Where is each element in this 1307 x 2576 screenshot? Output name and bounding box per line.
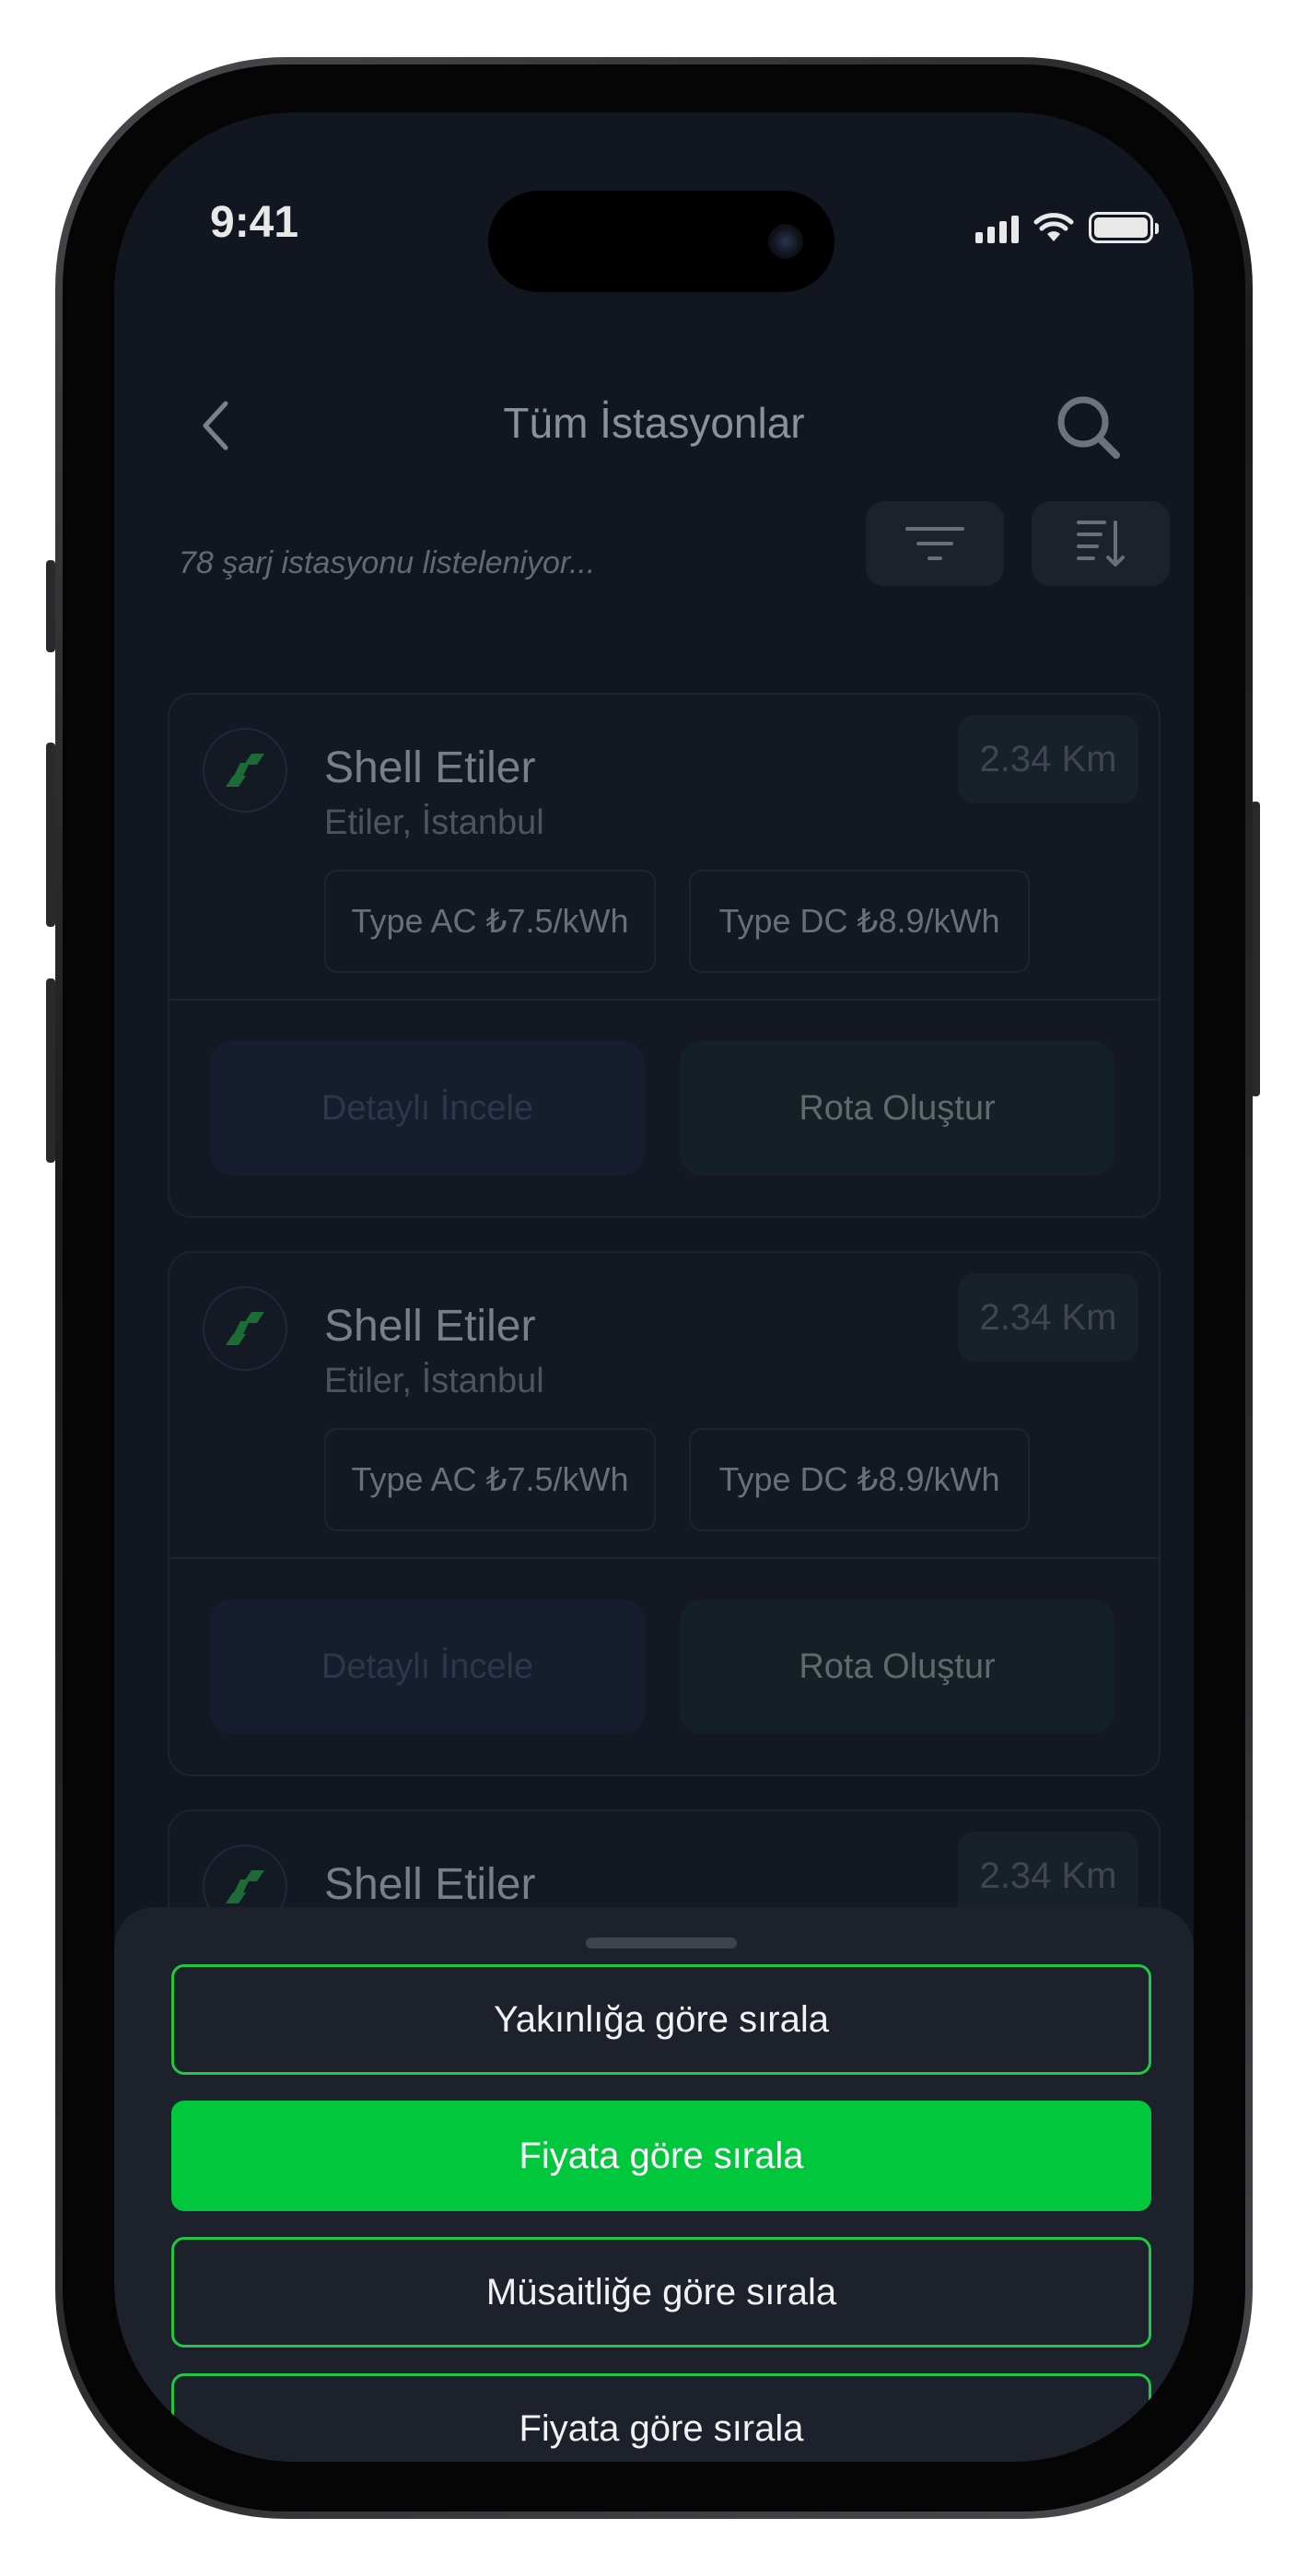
sheet-drag-handle[interactable] [586,1938,737,1949]
filter-button[interactable] [866,501,1004,586]
charging-station-icon [226,1312,264,1345]
sort-option-price-2[interactable]: Fiyata göre sırala [171,2373,1151,2462]
connector-tag-ac: Type AC ₺7.5/kWh [324,1428,656,1531]
mute-switch [46,560,55,652]
route-button[interactable]: Rota Oluştur [680,1041,1114,1176]
station-logo [203,1286,287,1371]
volume-down-button [46,978,55,1163]
volume-up-button [46,743,55,927]
station-logo [203,728,287,813]
connector-tag-dc: Type DC ₺8.9/kWh [689,1428,1030,1531]
station-location: Etiler, İstanbul [324,1362,544,1400]
screen: 9:41 Tüm İstasyonlar 78 şarj istasyonu l… [114,112,1194,2462]
station-name: Shell Etiler [324,744,536,792]
station-card: Shell Etiler Etiler, İstanbul 2.34 Km Ty… [168,1251,1161,1776]
phone-frame: 9:41 Tüm İstasyonlar 78 şarj istasyonu l… [55,57,1253,2519]
filter-icon [905,527,964,560]
charging-station-icon [226,1870,264,1903]
distance-badge: 2.34 Km [958,715,1138,803]
search-button[interactable] [1046,385,1129,468]
route-button[interactable]: Rota Oluştur [680,1599,1114,1734]
connector-tag-ac: Type AC ₺7.5/kWh [324,870,656,973]
page-title: Tüm İstasyonlar [503,399,805,447]
sort-option-proximity[interactable]: Yakınlığa göre sırala [171,1964,1151,2075]
distance-badge: 2.34 Km [958,1273,1138,1362]
sort-bottom-sheet: Yakınlığa göre sırala Fiyata göre sırala… [114,1907,1194,2462]
card-divider [169,1557,1159,1559]
sort-icon [1077,521,1125,567]
search-icon [1057,396,1120,459]
station-count-text: 78 şarj istasyonu listeleniyor... [179,545,596,580]
card-divider [169,999,1159,1001]
detail-button[interactable]: Detaylı İncele [210,1599,645,1734]
sort-button[interactable] [1032,501,1170,586]
station-card: Shell Etiler Etiler, İstanbul 2.34 Km Ty… [168,693,1161,1218]
connector-tag-dc: Type DC ₺8.9/kWh [689,870,1030,973]
sort-option-price[interactable]: Fiyata göre sırala [171,2101,1151,2211]
station-location: Etiler, İstanbul [324,803,544,842]
detail-button[interactable]: Detaylı İncele [210,1041,645,1176]
phone-bezel: 9:41 Tüm İstasyonlar 78 şarj istasyonu l… [63,64,1245,2512]
station-name: Shell Etiler [324,1302,536,1351]
station-name: Shell Etiler [324,1860,536,1909]
charging-station-icon [226,754,264,787]
sort-option-availability[interactable]: Müsaitliğe göre sırala [171,2237,1151,2348]
